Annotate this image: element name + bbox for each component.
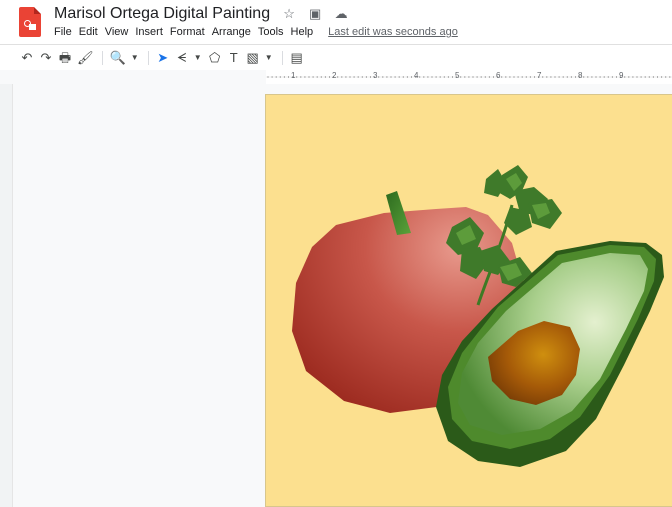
vertical-ruler	[0, 84, 13, 507]
comment-icon[interactable]: ▤	[290, 49, 304, 67]
ruler-label: 7	[537, 71, 542, 80]
star-icon[interactable]: ☆	[282, 7, 296, 21]
text-box-icon[interactable]: T	[227, 49, 241, 67]
ruler-label: 6	[496, 71, 501, 80]
undo-icon[interactable]: ↶	[20, 49, 34, 67]
ruler-label: 9	[619, 71, 624, 80]
toolbar-divider	[101, 50, 103, 65]
redo-icon[interactable]: ↷	[39, 49, 53, 67]
ruler-label: 8	[578, 71, 583, 80]
ruler-ticks	[266, 76, 672, 78]
cloud-saved-icon[interactable]: ☁	[334, 7, 348, 21]
menu-edit[interactable]: Edit	[79, 26, 98, 38]
ruler-label: 5	[455, 71, 460, 80]
ruler-label: 3	[373, 71, 378, 80]
image-icon[interactable]: ▧	[246, 49, 260, 67]
zoom-dropdown-icon[interactable]: ▼	[131, 49, 139, 67]
menu-help[interactable]: Help	[291, 26, 314, 38]
last-edit-link[interactable]: Last edit was seconds ago	[328, 26, 458, 38]
zoom-icon[interactable]: 🔍	[110, 49, 126, 67]
menu-view[interactable]: View	[105, 26, 129, 38]
logo-fold	[34, 7, 41, 14]
menu-tools[interactable]: Tools	[258, 26, 284, 38]
select-icon[interactable]: ➤	[156, 49, 170, 67]
toolbar: ↶ ↷ 🖶 🖌 🔍 ▼ ➤ ᗕ ▼ ⬠ T ▧ ▼ ▤	[0, 44, 672, 70]
menu-arrange[interactable]: Arrange	[212, 26, 251, 38]
title-row: Marisol Ortega Digital Painting ☆ ▣ ☁	[54, 4, 348, 24]
menu-format[interactable]: Format	[170, 26, 205, 38]
document-title[interactable]: Marisol Ortega Digital Painting	[54, 5, 270, 23]
logo-square	[29, 24, 36, 30]
paint-format-icon[interactable]: 🖌	[77, 49, 94, 67]
ruler-label: 2	[332, 71, 337, 80]
digital-painting	[292, 165, 664, 467]
horizontal-ruler[interactable]: 1 2 3 4 5 6 7 8 9	[266, 70, 672, 84]
shape-icon[interactable]: ⬠	[208, 49, 222, 67]
google-slides-logo[interactable]	[19, 7, 41, 37]
slide-canvas[interactable]	[265, 94, 672, 507]
print-icon[interactable]: 🖶	[58, 49, 72, 67]
menu-insert[interactable]: Insert	[135, 26, 163, 38]
toolbar-divider	[147, 50, 149, 65]
menu-file[interactable]: File	[54, 26, 72, 38]
image-dropdown-icon[interactable]: ▼	[265, 49, 273, 67]
line-icon[interactable]: ᗕ	[175, 49, 189, 67]
ruler-label: 1	[291, 71, 296, 80]
menu-bar: File Edit View Insert Format Arrange Too…	[54, 25, 458, 39]
toolbar-divider	[281, 50, 283, 65]
ruler-label: 4	[414, 71, 419, 80]
move-to-folder-icon[interactable]: ▣	[308, 7, 322, 21]
line-dropdown-icon[interactable]: ▼	[194, 49, 202, 67]
